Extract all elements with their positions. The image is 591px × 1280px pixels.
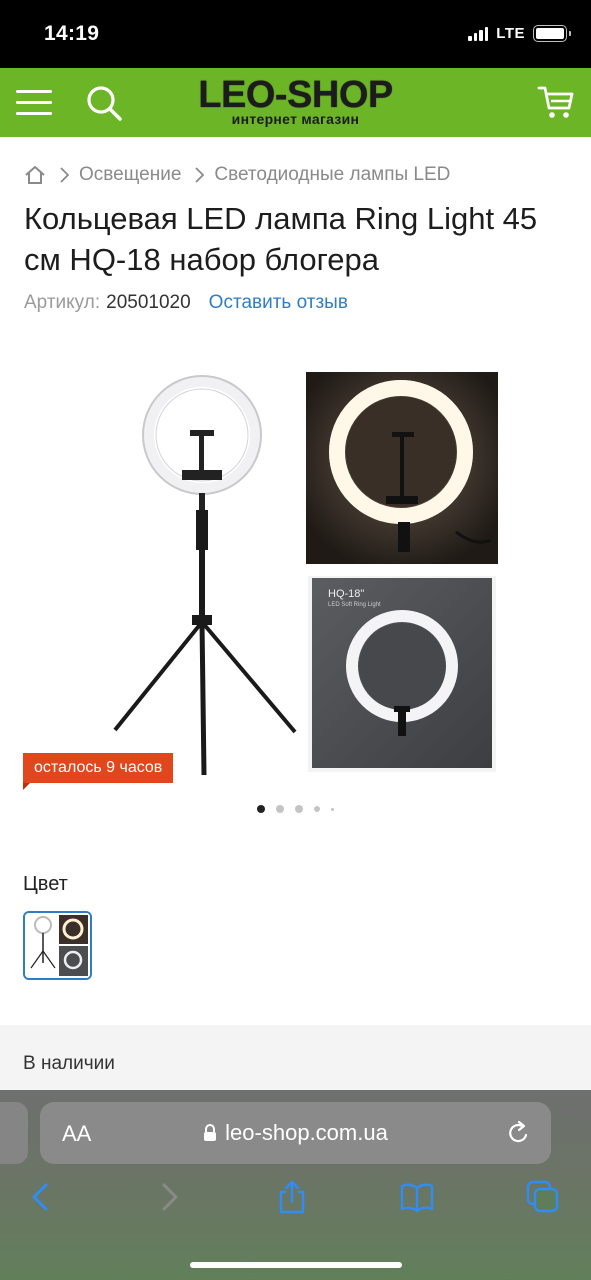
tabs-icon[interactable] (526, 1180, 560, 1214)
share-icon[interactable] (275, 1180, 309, 1214)
network-label: LTE (496, 25, 525, 42)
site-logo[interactable]: LEO-SHOP интернет магазин (0, 76, 591, 126)
chevron-right-icon (195, 167, 205, 183)
browser-nav-toolbar (0, 1180, 591, 1220)
product-title: Кольцевая LED лампа Ring Light 45 см HQ-… (24, 201, 538, 277)
time-left-badge: осталось 9 часов (23, 753, 174, 790)
back-icon[interactable] (24, 1180, 58, 1214)
home-indicator[interactable] (190, 1262, 402, 1268)
leave-review-link[interactable]: Оставить отзыв (209, 292, 348, 314)
address-bar[interactable]: AA leo-shop.com.ua (40, 1102, 551, 1164)
sku-row: Артикул: 20501020 Оставить отзыв (24, 292, 348, 314)
product-gallery[interactable]: HQ-18" LED Soft Ring Light осталось 9 ча… (0, 360, 591, 813)
gallery-dots[interactable] (0, 805, 591, 813)
browser-toolbar: AA leo-shop.com.ua (0, 1090, 591, 1280)
chevron-right-icon (60, 167, 69, 183)
battery-icon (533, 25, 571, 42)
forward-icon[interactable] (152, 1180, 186, 1214)
logo-text: LEO-SHOP (198, 74, 393, 116)
ring-light-box-graphic (346, 610, 458, 736)
sku-label: Артикул: (24, 292, 101, 313)
logo-subtitle: интернет магазин (231, 111, 360, 127)
breadcrumb-item-lighting[interactable]: Освещение (79, 164, 181, 186)
previous-tab-peek[interactable] (0, 1102, 28, 1164)
site-header: LEO-SHOP интернет магазин (0, 68, 591, 137)
breadcrumb-item-led-lamps[interactable]: Светодиодные лампы LED (214, 164, 450, 186)
status-time: 14:19 (44, 22, 100, 45)
bookmarks-icon[interactable] (400, 1180, 434, 1214)
breadcrumb: Освещение Светодиодные лампы LED (24, 160, 450, 190)
status-indicators: LTE (468, 25, 571, 42)
color-swatch-thumbnail (25, 913, 90, 978)
cart-icon[interactable] (537, 84, 575, 120)
gallery-dot[interactable] (314, 806, 320, 812)
gallery-dot[interactable] (276, 805, 284, 813)
lock-icon (204, 1124, 217, 1141)
availability-section: В наличии (0, 1025, 591, 1095)
ring-light-lit-graphic (306, 372, 498, 564)
home-icon[interactable] (24, 164, 46, 186)
status-bar: 14:19 LTE (0, 0, 591, 68)
product-box: HQ-18" LED Soft Ring Light (312, 578, 492, 768)
color-option-label: Цвет (23, 873, 68, 895)
gallery-dot[interactable] (331, 807, 334, 811)
url-text: leo-shop.com.ua (225, 1120, 388, 1145)
url-display[interactable]: leo-shop.com.ua (40, 1120, 551, 1146)
reload-icon[interactable] (507, 1120, 531, 1146)
color-swatch-selected[interactable] (23, 911, 92, 980)
product-photo-box[interactable]: HQ-18" LED Soft Ring Light (308, 576, 496, 772)
product-photo-tripod[interactable] (100, 360, 300, 780)
sku-value: 20501020 (106, 292, 191, 313)
product-photo-lit[interactable] (306, 372, 498, 564)
gallery-dot-active[interactable] (257, 805, 265, 813)
signal-icon (468, 26, 489, 41)
gallery-dot[interactable] (295, 805, 303, 813)
availability-status: В наличии (23, 1053, 115, 1074)
